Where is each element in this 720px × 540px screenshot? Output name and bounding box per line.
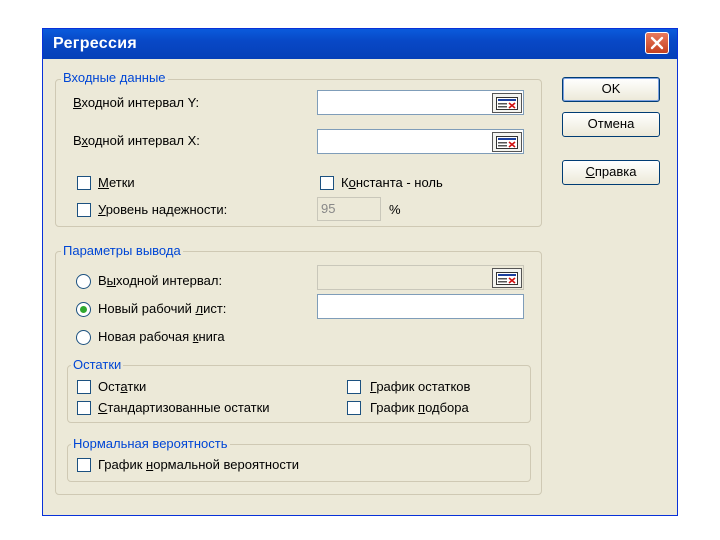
collapse-dialog-icon (496, 97, 518, 110)
confidence-input[interactable]: 95 (317, 197, 381, 221)
help-button[interactable]: Справка (562, 160, 660, 185)
close-button[interactable] (645, 32, 669, 54)
constant-zero-checkbox[interactable] (320, 176, 334, 190)
labels-checkbox[interactable] (77, 176, 91, 190)
confidence-unit: % (389, 202, 401, 217)
new-sheet-label: Новый рабочий лист: (98, 301, 227, 316)
input-group-legend: Входные данные (61, 70, 168, 85)
new-book-label: Новая рабочая книга (98, 329, 225, 344)
output-group-legend: Параметры вывода (61, 243, 183, 258)
new-sheet-radio[interactable] (76, 302, 91, 317)
title-bar[interactable]: Регрессия (43, 29, 677, 59)
x-range-ref-button[interactable] (492, 132, 522, 152)
residuals-checkbox[interactable] (77, 380, 91, 394)
confidence-checkbox[interactable] (77, 203, 91, 217)
new-book-radio[interactable] (76, 330, 91, 345)
cancel-button[interactable]: Отмена (562, 112, 660, 137)
residual-plot-label: График остатков (370, 379, 471, 394)
residual-plot-checkbox[interactable] (347, 380, 361, 394)
std-residuals-checkbox[interactable] (77, 401, 91, 415)
x-range-label: Входной интервал X: (73, 133, 200, 148)
normal-plot-label: График нормальной вероятности (98, 457, 300, 472)
constant-zero-label: Константа - ноль (341, 175, 443, 190)
residuals-label: Остатки (98, 379, 147, 394)
collapse-dialog-icon (496, 136, 518, 149)
fit-plot-checkbox[interactable] (347, 401, 361, 415)
output-range-ref-button[interactable] (492, 268, 522, 288)
std-residuals-label: Стандартизованные остатки (98, 400, 270, 415)
y-range-ref-button[interactable] (492, 93, 522, 113)
output-range-radio[interactable] (76, 274, 91, 289)
normal-plot-checkbox[interactable] (77, 458, 91, 472)
y-range-label: Входной интервал Y: (73, 95, 200, 110)
residuals-group-legend: Остатки (71, 357, 124, 372)
normal-group-legend: Нормальная вероятность (71, 436, 230, 451)
fit-plot-label: График подбора (370, 400, 469, 415)
labels-label: Метки (98, 175, 135, 190)
new-sheet-input[interactable] (317, 294, 524, 319)
confidence-label: Уровень надежности: (98, 202, 228, 217)
regression-dialog: Регрессия Входные данные Входной интерва… (42, 28, 678, 516)
close-icon (650, 36, 664, 50)
output-range-label: Выходной интервал: (98, 273, 223, 288)
collapse-dialog-icon (496, 272, 518, 285)
ok-button[interactable]: OK (562, 77, 660, 102)
dialog-title: Регрессия (53, 35, 137, 52)
